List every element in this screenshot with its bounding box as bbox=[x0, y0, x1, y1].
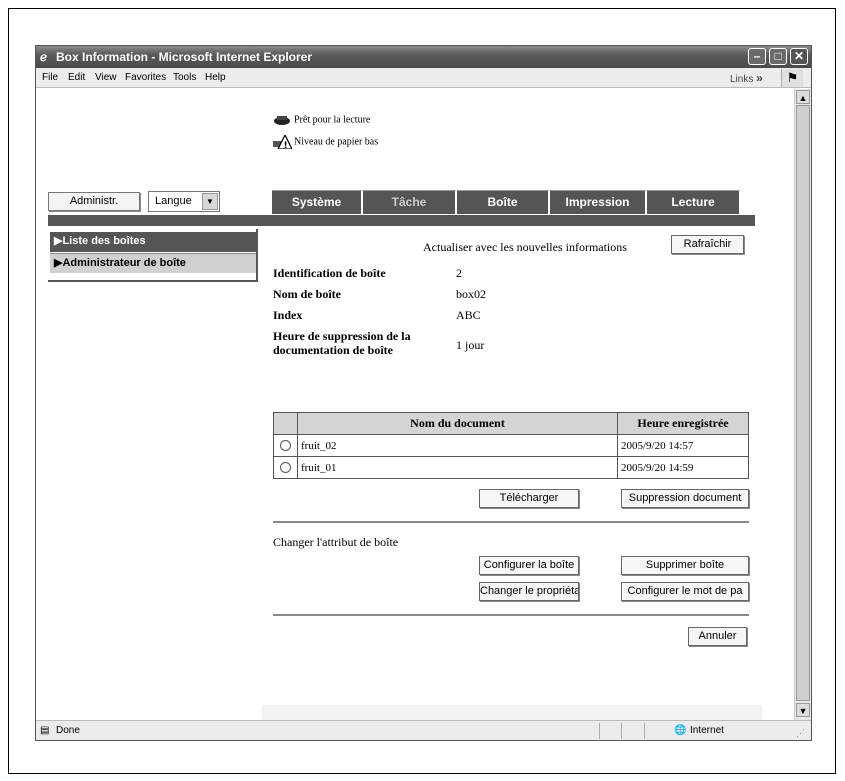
field-value-box-id: 2 bbox=[456, 266, 462, 280]
internet-zone-icon: 🌐 bbox=[674, 725, 687, 736]
tab-underline-bar bbox=[48, 215, 755, 226]
status-paper-low: ! Niveau de papier bas bbox=[273, 135, 378, 149]
menu-help[interactable]: Help bbox=[205, 68, 226, 88]
vertical-scrollbar[interactable]: ▲ ▼ bbox=[794, 89, 811, 720]
status-ready-text: Prêt pour la lecture bbox=[294, 114, 371, 126]
tab-impression[interactable]: Impression bbox=[550, 190, 647, 214]
status-paper-low-text: Niveau de papier bas bbox=[294, 136, 379, 148]
menu-tools[interactable]: Tools bbox=[173, 68, 196, 88]
table-header-doc-name: Nom du document bbox=[297, 412, 618, 435]
sidebar-item-box-admin[interactable]: ▶Administrateur de boîte bbox=[50, 253, 256, 273]
field-label-box-name: Nom de boîte bbox=[273, 287, 341, 301]
tab-tache[interactable]: Tâche bbox=[363, 190, 457, 214]
windows-logo-icon: ⚑ bbox=[781, 69, 803, 87]
status-separator bbox=[621, 723, 622, 739]
language-select-label: Langue bbox=[155, 195, 192, 207]
close-button[interactable]: ✕ bbox=[790, 48, 808, 65]
tab-lecture[interactable]: Lecture bbox=[647, 190, 741, 214]
sidebar-item-box-list[interactable]: ▶Liste des boîtes bbox=[50, 232, 256, 252]
section-divider bbox=[273, 521, 749, 523]
scrollbar-thumb[interactable] bbox=[796, 105, 810, 701]
table-row-select bbox=[273, 456, 298, 479]
tab-boite[interactable]: Boîte bbox=[457, 190, 550, 214]
ie-icon: ℯ bbox=[40, 50, 48, 64]
admin-button[interactable]: Administr. bbox=[48, 192, 140, 211]
status-bar: ▤ Done 🌐 Internet ⋰ bbox=[36, 720, 811, 740]
download-button[interactable]: Télécharger bbox=[479, 489, 579, 508]
zone-text: Internet bbox=[690, 725, 724, 736]
scroll-up-icon[interactable]: ▲ bbox=[796, 90, 810, 104]
language-select[interactable]: Langue ▼ bbox=[148, 191, 220, 212]
table-row[interactable]: fruit_01 2005/9/20 14:59 bbox=[273, 456, 749, 479]
table-header-time: Heure enregistrée bbox=[617, 412, 749, 435]
set-password-button[interactable]: Configurer le mot de pa bbox=[621, 582, 749, 601]
resize-grip-icon[interactable]: ⋰ bbox=[796, 723, 805, 743]
links-label: Links bbox=[730, 74, 754, 85]
row-radio-button[interactable] bbox=[280, 462, 291, 474]
window-title: Box Information - Microsoft Internet Exp… bbox=[56, 50, 313, 64]
menu-bar: File Edit View Favorites Tools Help Link… bbox=[36, 68, 811, 88]
scroll-down-icon[interactable]: ▼ bbox=[796, 703, 810, 717]
sidebar: ▶Liste des boîtes ▶Administrateur de boî… bbox=[48, 229, 258, 282]
browser-window: ℯ Box Information - Microsoft Internet E… bbox=[35, 45, 812, 741]
table-cell-time: 2005/9/20 14:59 bbox=[617, 456, 749, 479]
links-toolbar[interactable]: Links » bbox=[730, 68, 763, 90]
printer-ready-icon bbox=[274, 116, 290, 125]
table-cell-doc-name: fruit_01 bbox=[297, 456, 618, 479]
page-content: Prêt pour la lecture ! Niveau de papier b… bbox=[36, 89, 794, 720]
status-separator bbox=[644, 723, 645, 739]
refresh-button[interactable]: Rafraîchir bbox=[671, 235, 744, 254]
page-done-icon: ▤ bbox=[40, 725, 50, 736]
document-table: Nom du document Heure enregistrée fruit_… bbox=[273, 412, 749, 479]
menu-edit[interactable]: Edit bbox=[68, 68, 85, 88]
menu-favorites[interactable]: Favorites bbox=[125, 68, 166, 88]
section-divider bbox=[273, 614, 749, 616]
field-value-box-name: box02 bbox=[456, 287, 486, 301]
field-label-deletion-time: Heure de suppression de la documentation… bbox=[273, 329, 411, 357]
table-header-row: Nom du document Heure enregistrée bbox=[273, 412, 749, 435]
menu-view[interactable]: View bbox=[95, 68, 117, 88]
table-row-select bbox=[273, 434, 298, 457]
field-value-index: ABC bbox=[456, 308, 481, 322]
status-separator bbox=[599, 723, 600, 739]
minimize-button[interactable]: – bbox=[748, 48, 766, 65]
tab-systeme[interactable]: Système bbox=[272, 190, 363, 214]
chevron-right-icon: » bbox=[756, 71, 763, 85]
refresh-text: Actualiser avec les nouvelles informatio… bbox=[423, 240, 627, 254]
field-value-deletion-time: 1 jour bbox=[456, 338, 485, 352]
table-cell-time: 2005/9/20 14:57 bbox=[617, 434, 749, 457]
menu-file[interactable]: File bbox=[42, 68, 58, 88]
field-label-box-id: Identification de boîte bbox=[273, 266, 386, 280]
status-ready: Prêt pour la lecture bbox=[273, 113, 370, 127]
maximize-button[interactable]: □ bbox=[769, 48, 787, 65]
delete-box-button[interactable]: Supprimer boîte bbox=[621, 556, 749, 575]
svg-text:!: ! bbox=[284, 141, 288, 149]
paper-low-warning-icon: ! bbox=[273, 135, 292, 149]
content-footer-strip bbox=[262, 705, 762, 720]
configure-box-button[interactable]: Configurer la boîte bbox=[479, 556, 579, 575]
title-bar: ℯ Box Information - Microsoft Internet E… bbox=[36, 46, 811, 68]
field-label-index: Index bbox=[273, 308, 303, 322]
status-text: Done bbox=[56, 725, 80, 736]
chevron-down-icon[interactable]: ▼ bbox=[202, 193, 218, 210]
table-row[interactable]: fruit_02 2005/9/20 14:57 bbox=[273, 434, 749, 457]
table-header-select bbox=[273, 412, 298, 435]
cancel-button[interactable]: Annuler bbox=[688, 627, 747, 646]
row-radio-button[interactable] bbox=[280, 440, 291, 452]
change-owner-button[interactable]: Changer le propriétaire bbox=[479, 582, 579, 601]
delete-document-button[interactable]: Suppression document bbox=[621, 489, 749, 508]
table-cell-doc-name: fruit_02 bbox=[297, 434, 618, 457]
change-attribute-label: Changer l'attribut de boîte bbox=[273, 535, 399, 549]
